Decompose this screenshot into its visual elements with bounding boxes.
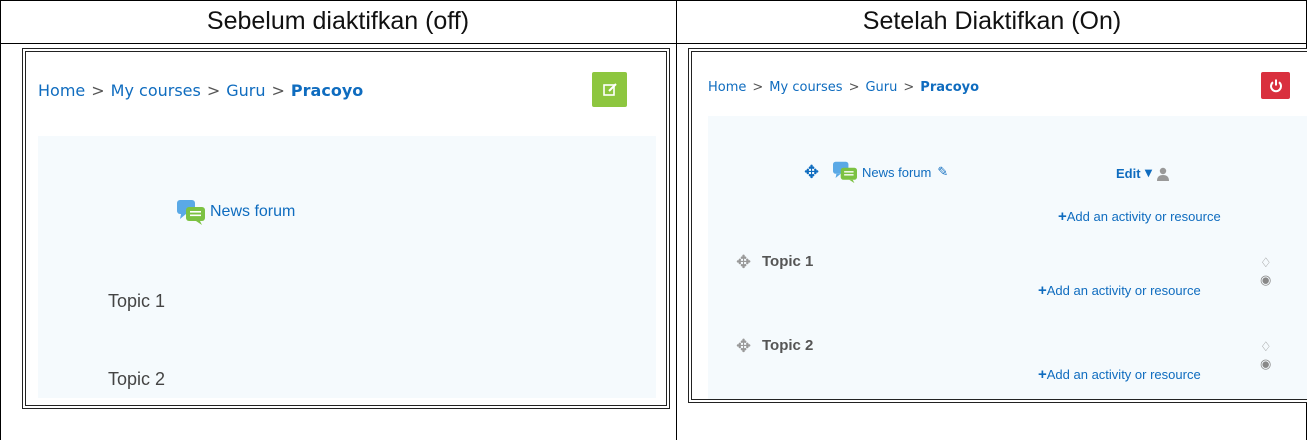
user-role-icon[interactable]: [1156, 167, 1170, 181]
breadcrumb-current[interactable]: Pracoyo: [920, 80, 979, 95]
move-icon[interactable]: ✥: [804, 162, 819, 183]
breadcrumb-separator: >: [206, 81, 221, 100]
plus-icon: +: [1058, 208, 1067, 225]
add-activity-label[interactable]: Add an activity or resource: [1067, 209, 1221, 224]
forum-icon: [177, 200, 205, 225]
breadcrumb-separator: >: [271, 81, 285, 100]
table-border-left: [0, 0, 1, 440]
breadcrumb-guru[interactable]: Guru: [865, 80, 897, 95]
topic-1-heading: Topic 1: [762, 253, 814, 270]
header-after: Setelah Diaktifkan (On): [862, 7, 1122, 35]
add-activity-label[interactable]: Add an activity or resource: [1047, 367, 1201, 382]
screenshot-editing-on: Home > My courses > Guru > Pracoyo ✥ News foru…: [688, 48, 1307, 403]
add-activity-link[interactable]: +Add an activity or resource: [1038, 282, 1201, 299]
forum-activity[interactable]: News forum: [176, 198, 295, 226]
topic-2-heading: Topic 2: [108, 369, 166, 389]
caret-down-icon: ▼: [1144, 168, 1153, 179]
highlight-icon[interactable]: ♢: [1260, 340, 1272, 355]
breadcrumb-my-courses[interactable]: My courses: [769, 80, 842, 95]
eye-icon[interactable]: ◉: [1260, 273, 1271, 288]
add-activity-link[interactable]: +Add an activity or resource: [1058, 208, 1221, 225]
edit-menu-label[interactable]: Edit: [1116, 166, 1141, 181]
add-activity-link[interactable]: +Add an activity or resource: [1038, 366, 1201, 383]
move-icon[interactable]: ✥: [736, 336, 751, 357]
add-activity-label[interactable]: Add an activity or resource: [1047, 283, 1201, 298]
forum-link[interactable]: News forum: [210, 203, 295, 221]
header-before: Sebelum diaktifkan (off): [206, 7, 470, 35]
highlight-icon[interactable]: ♢: [1260, 256, 1272, 271]
breadcrumb-home[interactable]: Home: [38, 81, 85, 100]
forum-icon: [833, 161, 857, 184]
turn-editing-on-button[interactable]: [592, 72, 627, 107]
breadcrumb-separator: >: [903, 80, 915, 95]
forum-activity[interactable]: News forum ✎: [832, 160, 948, 184]
power-icon: [1269, 79, 1282, 92]
screenshot-editing-off: Home > My courses > Guru > Pracoyo News forum …: [22, 48, 670, 409]
plus-icon: +: [1038, 366, 1047, 383]
eye-icon[interactable]: ◉: [1260, 357, 1271, 372]
breadcrumb-current[interactable]: Pracoyo: [291, 81, 363, 100]
plus-icon: +: [1038, 282, 1047, 299]
breadcrumb-my-courses[interactable]: My courses: [111, 81, 201, 100]
edit-menu[interactable]: Edit ▼: [1116, 166, 1170, 181]
turn-editing-off-button[interactable]: [1261, 72, 1290, 99]
move-icon[interactable]: ✥: [736, 252, 751, 273]
breadcrumb-separator: >: [752, 80, 764, 95]
topic-2-heading: Topic 2: [762, 337, 814, 354]
forum-link[interactable]: News forum: [862, 165, 931, 180]
pencil-icon[interactable]: ✎: [937, 165, 948, 180]
breadcrumb: Home > My courses > Guru > Pracoyo: [38, 81, 363, 100]
course-content: ✥ News forum ✎ Edit ▼ +Add an activity o…: [708, 116, 1307, 399]
breadcrumb: Home > My courses > Guru > Pracoyo: [708, 80, 979, 95]
breadcrumb-guru[interactable]: Guru: [226, 81, 265, 100]
breadcrumb-separator: >: [91, 81, 105, 100]
course-content: News forum Topic 1 Topic 2: [38, 136, 656, 398]
breadcrumb-separator: >: [848, 80, 860, 95]
table-divider: [676, 0, 677, 440]
edit-icon: [602, 82, 617, 96]
breadcrumb-home[interactable]: Home: [708, 80, 746, 95]
topic-1-heading: Topic 1: [108, 291, 166, 311]
